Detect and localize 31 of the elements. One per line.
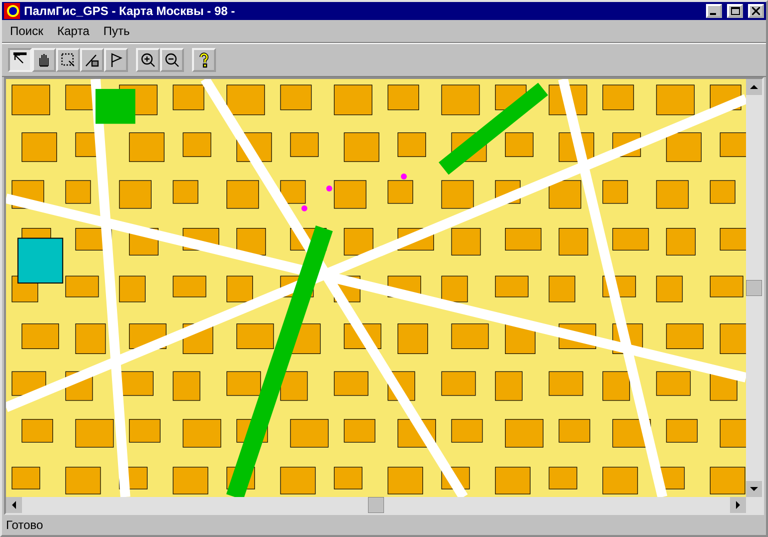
minimize-button[interactable] xyxy=(706,4,722,18)
selection-rectangle-icon xyxy=(60,52,76,68)
tool-button[interactable] xyxy=(80,48,104,72)
tool-button[interactable] xyxy=(104,48,128,72)
tool-button[interactable] xyxy=(32,48,56,72)
scroll-up-icon xyxy=(746,79,762,95)
close-button[interactable] xyxy=(748,4,764,18)
tool-button[interactable] xyxy=(8,48,32,72)
close-icon xyxy=(752,7,760,15)
line-square-icon xyxy=(84,52,100,68)
app-globe-icon xyxy=(4,3,20,19)
scroll-down-icon xyxy=(746,481,762,497)
tool-button[interactable] xyxy=(160,48,184,72)
scroll-thumb-icon xyxy=(746,280,762,296)
zoom-in-icon xyxy=(140,52,156,68)
tool-button[interactable] xyxy=(136,48,160,72)
maximize-button[interactable] xyxy=(727,4,743,18)
status-text: Готово xyxy=(6,518,44,532)
zoom-out-icon xyxy=(164,52,180,68)
horizontal-scrollbar[interactable] xyxy=(6,497,762,513)
scroll-left-icon xyxy=(6,497,22,513)
street-map-drawing[interactable] xyxy=(6,79,746,497)
tool-button[interactable] xyxy=(192,48,216,72)
menu-item[interactable]: Карта xyxy=(51,23,96,39)
menu-item[interactable]: Поиск xyxy=(4,23,50,39)
vertical-scrollbar[interactable] xyxy=(746,79,762,497)
tool-button[interactable] xyxy=(56,48,80,72)
menu-item[interactable]: Путь xyxy=(97,23,136,39)
maximize-icon xyxy=(730,7,740,15)
scroll-right-icon xyxy=(730,497,746,513)
window-title: ПалмГис_GPS - Карта Москвы - 98 - xyxy=(24,4,236,18)
